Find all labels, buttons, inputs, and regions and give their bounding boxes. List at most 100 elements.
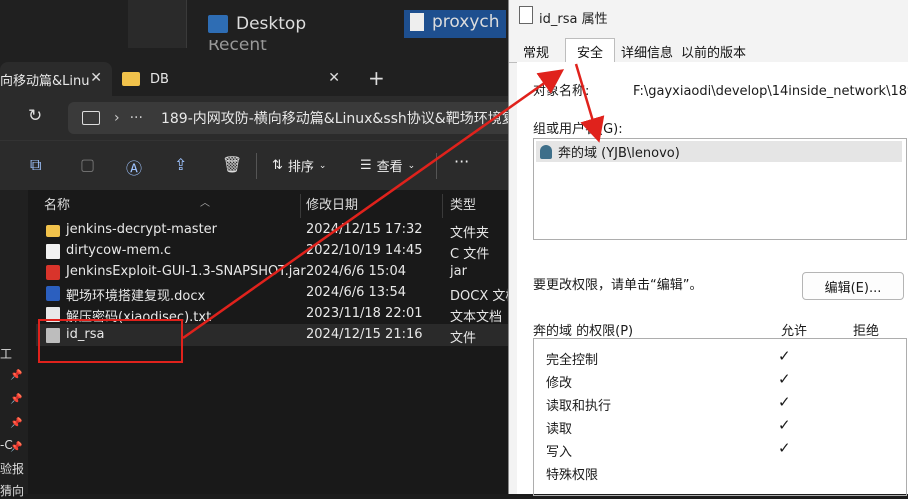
c-file-icon [46, 244, 60, 259]
file-date: 2024/12/15 17:32 [306, 222, 423, 237]
nav-item-fragment[interactable]: 验报 [0, 460, 24, 477]
sort-icon: ⇅ [272, 158, 283, 173]
more-options-button[interactable]: ··· [454, 152, 469, 171]
file-name: 靶场环境搭建复现.docx [66, 289, 206, 304]
check-icon: ✓ [778, 347, 791, 365]
close-icon[interactable]: ✕ [90, 70, 102, 86]
permission-name: 完全控制 [546, 353, 599, 368]
file-name: jenkins-decrypt-master [66, 222, 218, 237]
pin-icon: 📌 [10, 418, 23, 429]
sort-button[interactable]: ⇅ 排序 ⌄ [272, 156, 326, 175]
pin-icon: 📌 [10, 394, 23, 405]
file-row[interactable]: dirtycow-mem.c 2022/10/19 14:45 C 文件 [36, 241, 508, 262]
toolbar-divider [436, 153, 437, 179]
paste-icon[interactable]: ▢ [80, 155, 95, 174]
tab-db[interactable]: DB ✕ [122, 62, 352, 96]
column-divider[interactable] [300, 194, 301, 218]
address-overflow-button[interactable]: ··· [130, 110, 143, 126]
recent-shortcut[interactable]: Recent [208, 40, 267, 50]
file-name: dirtycow-mem.c [66, 243, 172, 258]
edit-button[interactable]: 编辑(E)... [802, 272, 904, 300]
tab-current-folder[interactable]: 向移动篇&Linu ✕ [0, 62, 112, 96]
desktop-icon [208, 15, 228, 33]
column-header-type[interactable]: 类型 [450, 194, 476, 213]
file-explorer-window: 向移动篇&Linu ✕ DB ✕ + ↻ › ··· 189-内网攻防-横向移动… [0, 52, 518, 498]
user-icon [540, 144, 552, 159]
background-panel [128, 0, 187, 48]
permissions-label: 奔的域 的权限(P) [533, 324, 634, 339]
file-type: 文本文档 [450, 310, 503, 325]
address-bar-row: ↻ › ··· 189-内网攻防-横向移动篇&Linux&ssh协议&靶场环境复 [0, 96, 518, 140]
tab-details[interactable]: 详细信息 [621, 42, 673, 61]
recent-label: Recent [208, 40, 267, 50]
refresh-icon[interactable]: ↻ [28, 106, 42, 126]
new-tab-button[interactable]: + [368, 66, 385, 90]
file-row[interactable]: 靶场环境搭建复现.docx 2024/6/6 13:54 DOCX 文档 [36, 283, 518, 304]
nav-item-fragment[interactable]: 猜向 [0, 482, 24, 499]
nav-item-fragment[interactable]: 工 [0, 345, 12, 362]
tab-general[interactable]: 常规 [523, 42, 549, 61]
file-type: 文件 [450, 331, 477, 346]
file-date: 2024/6/6 13:54 [306, 285, 406, 300]
column-header-modified[interactable]: 修改日期 [306, 194, 358, 213]
chevron-down-icon: ⌄ [407, 160, 416, 171]
jar-file-icon [46, 265, 60, 280]
file-icon [519, 6, 533, 24]
dialog-title: id_rsa 属性 [539, 12, 608, 27]
group-users-list[interactable]: 奔的域 (YJB\lenovo) [533, 138, 907, 240]
permission-name: 读取和执行 [546, 399, 612, 414]
explorer-tab-bar: 向移动篇&Linu ✕ DB ✕ + [0, 52, 508, 96]
file-date: 2024/6/6 15:04 [306, 264, 406, 279]
permissions-list[interactable]: 完全控制 ✓ 修改 ✓ 读取和执行 ✓ 读取 ✓ 写入 ✓ 特殊权限 [533, 338, 907, 496]
proxy-file-item[interactable]: proxych [404, 10, 506, 38]
address-bar[interactable]: › ··· 189-内网攻防-横向移动篇&Linux&ssh协议&靶场环境复 [68, 102, 518, 134]
list-item[interactable]: 奔的域 (YJB\lenovo) [536, 141, 902, 162]
tab-previous-versions[interactable]: 以前的版本 [681, 42, 746, 61]
check-icon: ✓ [778, 439, 791, 457]
tab-label: 向移动篇&Linu [0, 73, 90, 89]
user-name: 奔的域 (YJB\lenovo) [558, 146, 680, 161]
view-button[interactable]: ☰ 查看 ⌄ [360, 156, 415, 175]
file-date: 2024/12/15 21:16 [306, 327, 423, 342]
navigation-pane: 工 📌 📌 📌 📌 -C 验报 猜向 [0, 190, 28, 498]
column-header-name[interactable]: 名称 [44, 194, 70, 213]
change-permissions-hint: 要更改权限，请单击“编辑”。 [533, 278, 703, 293]
view-label: 查看 [376, 160, 403, 175]
share-icon[interactable]: ⇪ [174, 155, 187, 174]
permission-name: 修改 [546, 376, 573, 391]
file-row[interactable]: jenkins-decrypt-master 2024/12/15 17:32 … [36, 220, 508, 241]
folder-icon [122, 72, 140, 86]
object-name-label: 对象名称: [533, 84, 590, 99]
deny-column-label: 拒绝 [853, 324, 880, 339]
pin-icon: 📌 [10, 370, 23, 381]
word-file-icon [46, 286, 60, 301]
folder-icon [46, 225, 60, 237]
nav-item-fragment[interactable]: -C [0, 438, 13, 452]
desktop-label: Desktop [236, 14, 307, 34]
file-icon [410, 13, 424, 31]
rename-icon[interactable]: Ⓐ [126, 155, 142, 179]
chevron-right-icon[interactable]: › [114, 110, 120, 126]
close-icon[interactable]: ✕ [328, 70, 340, 86]
copy-icon[interactable]: ⧉ [30, 155, 41, 175]
sort-ascending-icon: ︿ [200, 198, 210, 209]
file-date: 2023/11/18 22:01 [306, 306, 423, 321]
tab-security[interactable]: 安全 [565, 38, 615, 63]
proxy-file-label: proxych [432, 12, 500, 32]
file-row[interactable]: JenkinsExploit-GUI-1.3-SNAPSHOT.jar 2024… [36, 262, 508, 283]
file-type: jar [450, 264, 467, 279]
permission-name: 写入 [546, 445, 573, 460]
annotation-highlight-box [38, 319, 183, 363]
allow-column-label: 允许 [781, 324, 808, 339]
dialog-tab-strip: 常规 安全 详细信息 以前的版本 [509, 38, 908, 63]
group-users-label: 组或用户名(G): [533, 122, 623, 137]
view-icon: ☰ [360, 158, 372, 173]
delete-icon[interactable]: 🗑 [222, 155, 242, 174]
column-divider[interactable] [442, 194, 443, 218]
desktop-shortcut[interactable]: Desktop [208, 14, 306, 34]
security-tab-panel: 对象名称: F:\gayxiaodi\develop\14inside_netw… [517, 62, 908, 496]
permission-name: 特殊权限 [546, 468, 599, 483]
address-path: 189-内网攻防-横向移动篇&Linux&ssh协议&靶场环境复 [160, 111, 516, 127]
sort-label: 排序 [287, 160, 314, 175]
check-icon: ✓ [778, 416, 791, 434]
